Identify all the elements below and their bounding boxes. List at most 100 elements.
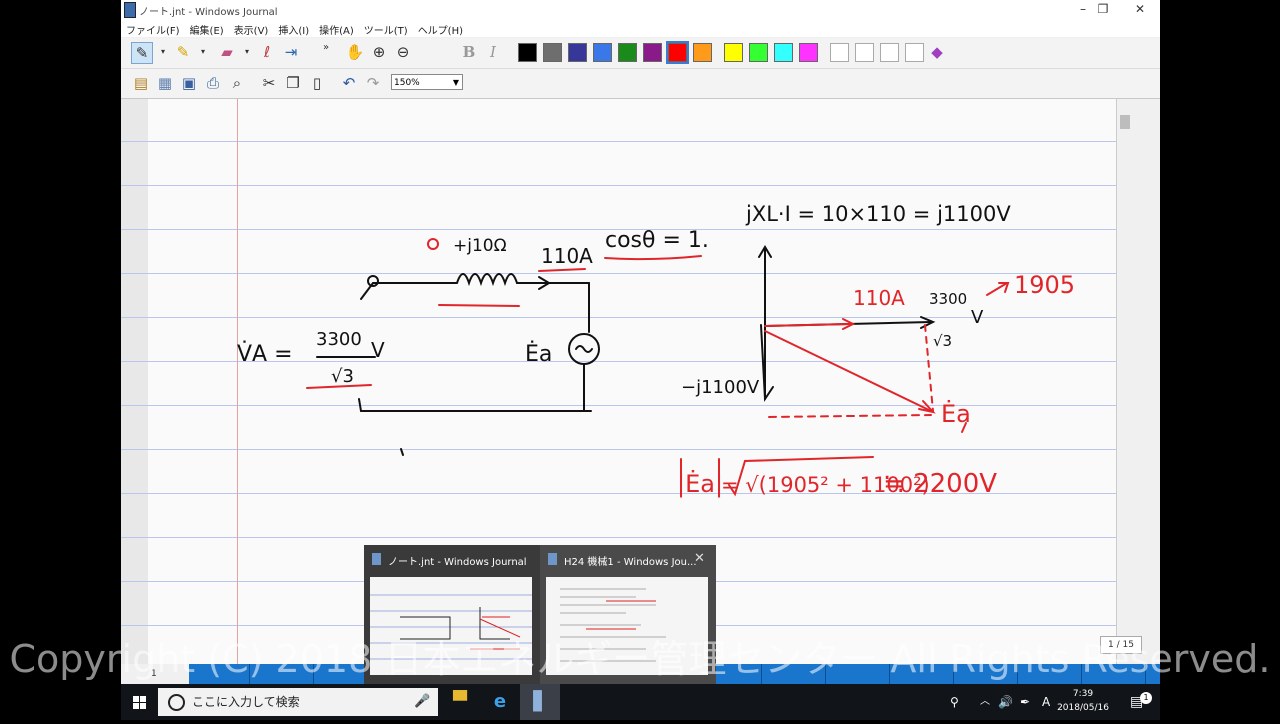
undo-icon[interactable]: ↶ [339,73,359,93]
clock-date: 2018/05/16 [1057,703,1109,713]
red-pointer-arrow [986,282,1008,296]
redo-icon[interactable]: ↷ [363,73,383,93]
red-underline-current [538,268,586,272]
zoom-in-icon[interactable]: ⊕ [369,42,389,62]
menu-help[interactable]: ヘルプ(H) [413,20,468,39]
pen-color-swatch[interactable] [880,43,899,62]
red-underline-pf [604,255,702,261]
pen-color-swatch[interactable] [724,43,743,62]
new-note-icon[interactable]: ▤ [131,73,151,93]
file-explorer-icon[interactable]: ▀ [440,684,480,720]
axis-origin-arrow [760,324,774,403]
menu-actions[interactable]: 操作(A) [314,20,359,39]
ime-indicator[interactable]: A [1042,684,1050,720]
edge-browser-icon[interactable]: e [480,684,520,720]
menu-file[interactable]: ファイル(F) [121,20,185,39]
menu-bar: ファイル(F) 編集(E) 表示(V) 挿入(I) 操作(A) ツール(T) ヘルプ(H) [121,20,1160,37]
pen-color-swatch[interactable] [799,43,818,62]
menu-view[interactable]: 表示(V) [229,20,274,39]
volume-icon[interactable]: 🔊 [998,684,1013,720]
generator-sine [575,345,593,353]
ea-vector-label: Ėa [941,399,971,428]
jxi-label: jXL·I = 10×110 = j1100V [745,202,1011,226]
pen-tool-icon[interactable]: ✎ [131,42,153,64]
color-palette-icon[interactable]: ◆ [927,42,947,62]
pen-color-swatch[interactable] [693,43,712,62]
search-input[interactable]: ここに入力して検索 🎤 [158,688,438,716]
open-note-icon[interactable]: ▦ [155,73,175,93]
find-icon[interactable]: ⌕ [227,73,247,93]
close-button[interactable]: ✕ [1122,0,1158,20]
pen-color-swatch[interactable] [518,43,537,62]
search-placeholder: ここに入力して検索 [192,695,300,709]
menu-tools[interactable]: ツール(T) [359,20,413,39]
toolbar-overflow-icon[interactable]: » [316,38,336,58]
pen-color-swatch[interactable] [666,41,689,64]
pan-hand-icon[interactable]: ✋ [345,42,365,62]
pen-workspace-icon[interactable]: ✒ [1020,684,1030,720]
title-bar: ノート.jnt - Windows Journal – ❐ ✕ [121,0,1160,21]
pen-color-swatch[interactable] [905,43,924,62]
save-icon[interactable]: ▣ [179,73,199,93]
pen-toolbar: ✎ ▾ ✎ ▾ ▰ ▾ ℓ ⇥ » ✋ ⊕ ⊖ B I ◆ [121,38,1160,69]
menu-edit[interactable]: 編集(E) [185,20,229,39]
chevron-down-icon: ▼ [452,78,459,87]
pen-color-swatch[interactable] [568,43,587,62]
red-underline-reactance [438,304,520,307]
zoom-out-icon[interactable]: ⊖ [393,42,413,62]
power-factor-label: cosθ = 1. [605,228,709,253]
bold-button[interactable]: B [459,42,479,62]
people-icon[interactable]: ⚲ [950,684,959,720]
zoom-select[interactable]: 150% ▼ [391,74,463,90]
menu-insert[interactable]: 挿入(I) [273,20,314,39]
clock[interactable]: 7:39 2018/05/16 [1054,687,1112,715]
print-icon[interactable]: ⎙ [203,73,223,93]
start-button[interactable] [121,684,157,720]
pen-dropdown-icon[interactable]: ▾ [153,42,173,62]
paste-icon[interactable]: ▯ [307,73,327,93]
pen-color-swatch[interactable] [774,43,793,62]
current-vector-label: 110A [853,286,905,310]
copy-icon[interactable]: ❐ [283,73,303,93]
journal-taskbar-icon[interactable]: ▋ [520,684,560,720]
eraser-icon[interactable]: ▰ [217,42,237,62]
journal-app-icon [372,553,381,565]
red-current-vector [764,323,852,327]
va-vector-num: 3300 [929,290,967,308]
restore-button[interactable]: ❐ [1085,0,1121,20]
pen-color-swatch[interactable] [855,43,874,62]
italic-button[interactable]: I [483,42,503,62]
cortana-icon [168,694,185,711]
pen-color-swatch[interactable] [618,43,637,62]
pen-color-swatch[interactable] [593,43,612,62]
pen-color-swatch[interactable] [543,43,562,62]
minus-j-label: −j1100V [681,377,760,398]
ea-label: Ėa [525,341,552,367]
va-value: 1905 [1014,271,1075,299]
eraser-dropdown-icon[interactable]: ▾ [237,42,257,62]
va-vector-unit: V [971,307,984,328]
highlighter-icon[interactable]: ✎ [173,42,193,62]
highlighter-dropdown-icon[interactable]: ▾ [193,42,213,62]
show-hidden-icons-icon[interactable]: ︿ [980,684,990,720]
pen-color-swatch[interactable] [643,43,662,62]
current-label: 110A [541,244,593,268]
preview-close-button[interactable]: ✕ [694,551,705,566]
cut-icon[interactable]: ✂ [259,73,279,93]
vertical-scrollbar[interactable] [1116,99,1133,664]
pen-color-swatch[interactable] [830,43,849,62]
microphone-icon[interactable]: 🎤 [414,688,430,716]
scrollbar-thumb[interactable] [1120,115,1130,129]
ea-magnitude-lhs: |Ėa| [677,469,723,498]
ea-result: ≒ 2200V [883,469,997,499]
pen-color-swatch[interactable] [749,43,768,62]
preview-title: ノート.jnt - Windows Journal [388,557,527,568]
insert-space-icon[interactable]: ⇥ [281,42,301,62]
va-denominator: √3 [331,366,354,387]
va-vector-den: √3 [933,332,952,350]
taskbar: ここに入力して検索 🎤 ▀ e ▋ ⚲ ︿ 🔊 ✒ A 7:39 2018/05… [121,684,1160,720]
lasso-select-icon[interactable]: ℓ [257,42,277,62]
red-ea-vector [764,330,932,412]
red-dashed-right [924,324,934,412]
reactance-label: +j10Ω [453,236,507,256]
